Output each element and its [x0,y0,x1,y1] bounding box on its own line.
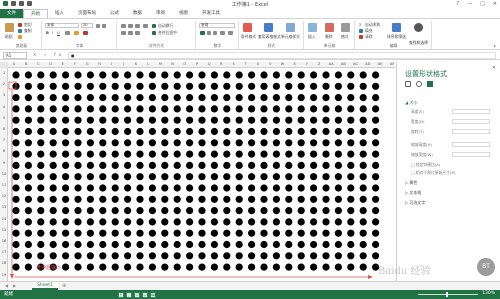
status-ready: 就绪 [4,292,13,297]
start-cell-marker [8,81,17,90]
watermark: Baidu 经验 [378,266,431,277]
watermark-badge: BT [477,258,495,276]
ime-emoji-key[interactable]: ☺ [142,291,148,298]
zoom-level[interactable]: 130% [482,291,495,296]
next-sheet-arrow[interactable]: ▶ [13,283,16,288]
annotation-label: 选中后输入 [36,265,62,271]
ime-zh-key[interactable]: 中 [134,291,140,298]
prev-sheet-arrow[interactable]: ◀ [5,283,8,288]
status-bar: 就绪 130% [0,290,500,299]
zoom-slider[interactable] [418,294,478,295]
zoom-knob[interactable] [446,292,448,297]
add-sheet-button[interactable]: ⊕ [62,283,66,289]
sheet-tab-sheet1[interactable]: Sheet1 [32,282,58,290]
ime-wubi-key[interactable]: 五 [118,291,124,298]
sheet-tab-bar: ◀ ▶ Sheet1 ⊕ [0,281,500,290]
selection-arrows-overlay [8,81,373,279]
ime-toolbar: 五 J 中 ☺ ⌨ [118,290,156,299]
horizontal-arrowhead [368,275,373,279]
ime-keyboard-key[interactable]: ⌨ [150,291,156,298]
vertical-arrowhead [10,274,14,279]
ime-j-key[interactable]: J [126,291,132,298]
